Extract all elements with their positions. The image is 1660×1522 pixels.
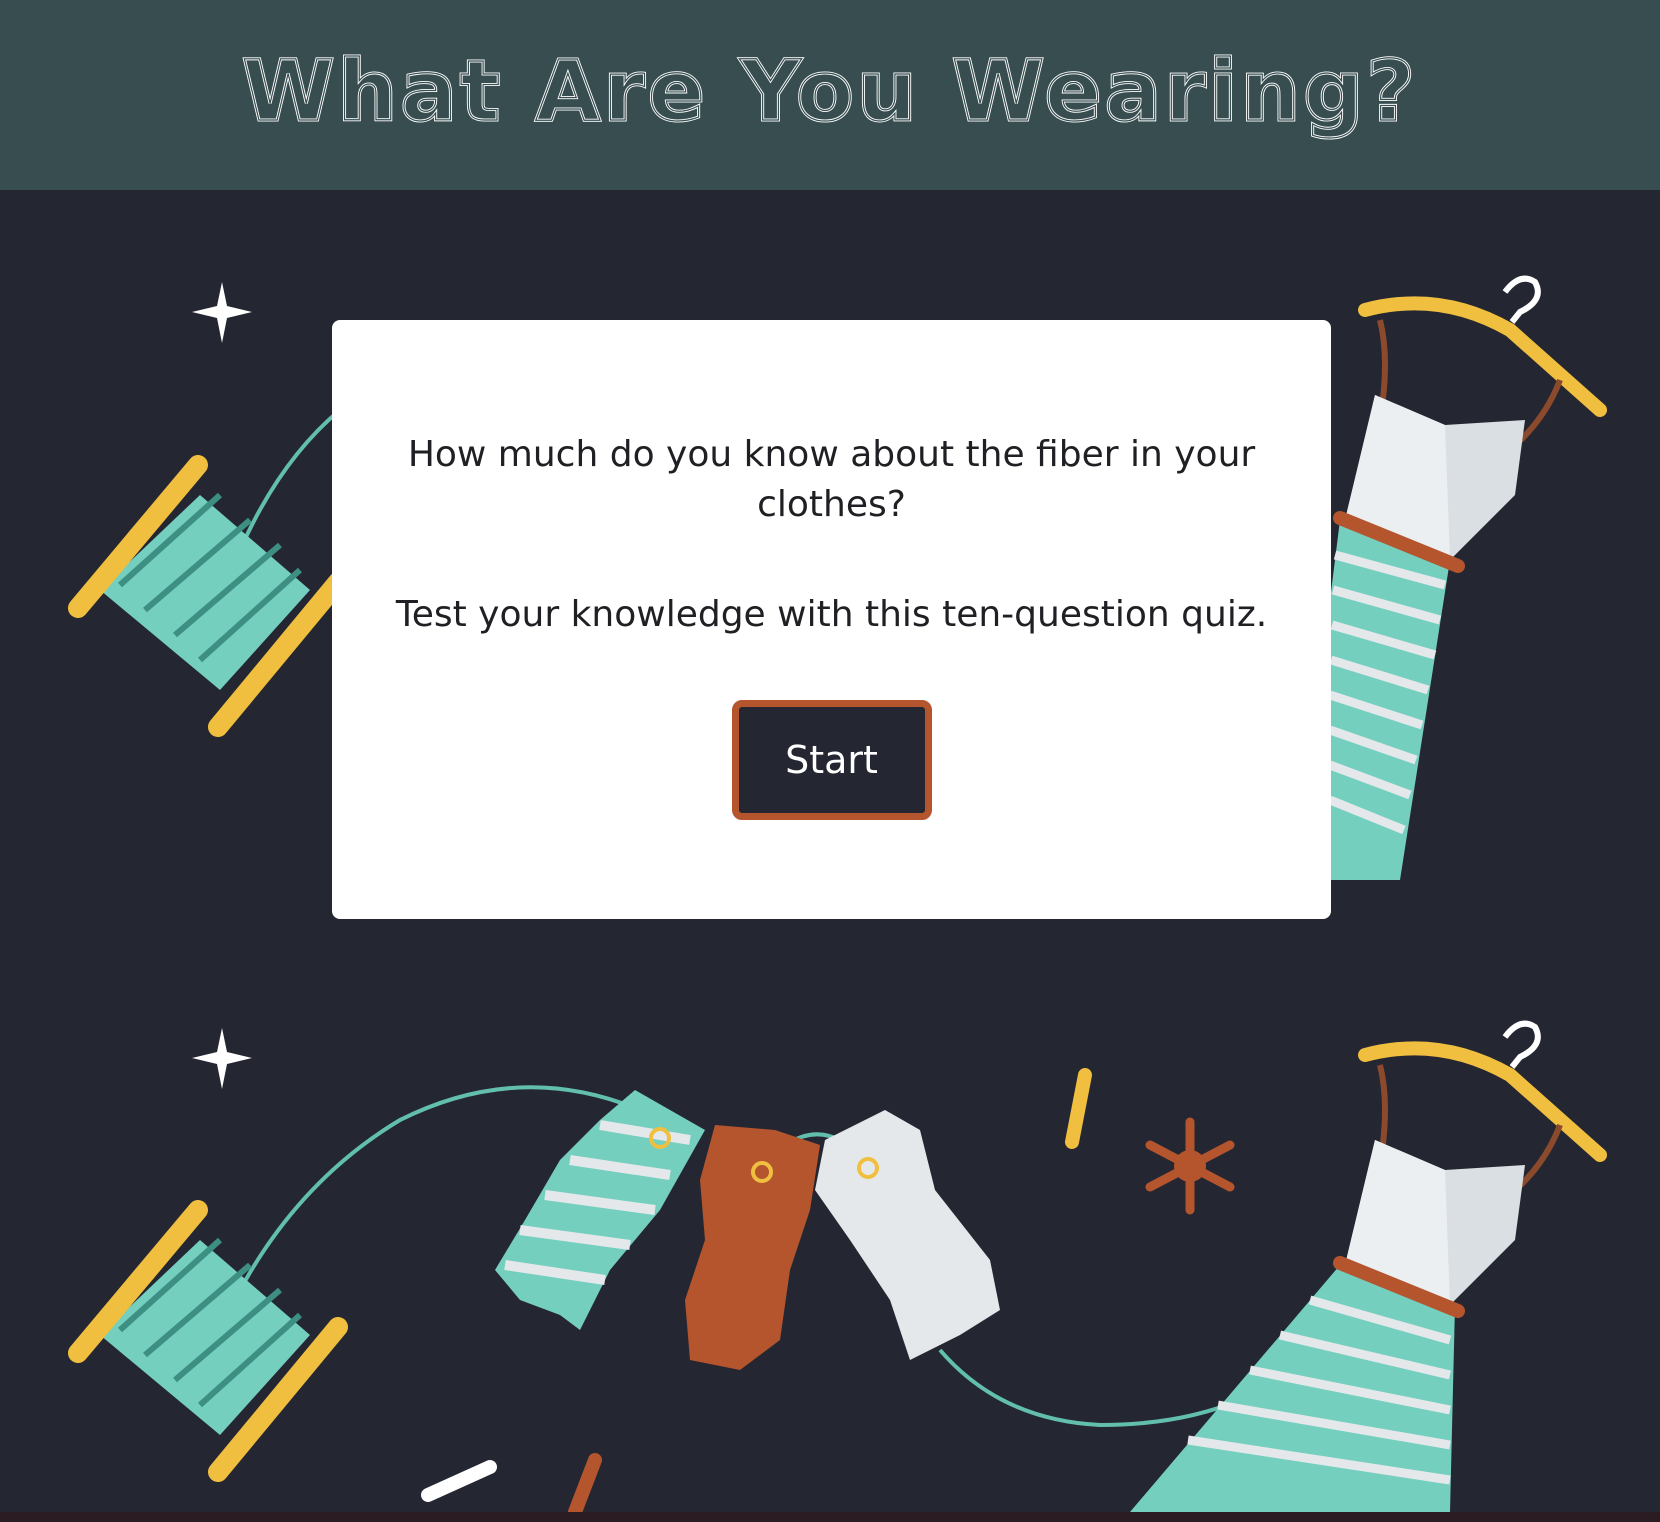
intro-question: How much do you know about the fiber in …: [407, 434, 1256, 525]
intro-description: Test your knowledge with this ten-questi…: [395, 594, 1268, 635]
thread-spool-icon: [68, 408, 348, 737]
asterisk-icon: [1145, 1117, 1235, 1215]
bottom-edge: [0, 1512, 1660, 1522]
sparkle-icon: [192, 282, 252, 343]
thread-spool-icon: [68, 1200, 348, 1482]
start-button[interactable]: Start: [731, 700, 932, 820]
dress-on-hanger-icon: [1328, 275, 1607, 880]
dress-on-hanger-icon: [1130, 1020, 1607, 1512]
site-header: What Are You Wearing? What Are You Weari…: [0, 0, 1660, 190]
quiz-intro-card: How much do you know about the fiber in …: [332, 320, 1331, 919]
fabric-swatch-teal-icon: [495, 1090, 705, 1330]
fabric-swatch-white-icon: [815, 1110, 1000, 1360]
site-title-inline: What Are You Wearing?: [242, 42, 1418, 140]
fabric-swatch-rust-icon: [685, 1125, 820, 1370]
site-title-graphic: What Are You Wearing? What Are You Weari…: [240, 41, 1418, 142]
sparkle-icon: [192, 1028, 252, 1089]
